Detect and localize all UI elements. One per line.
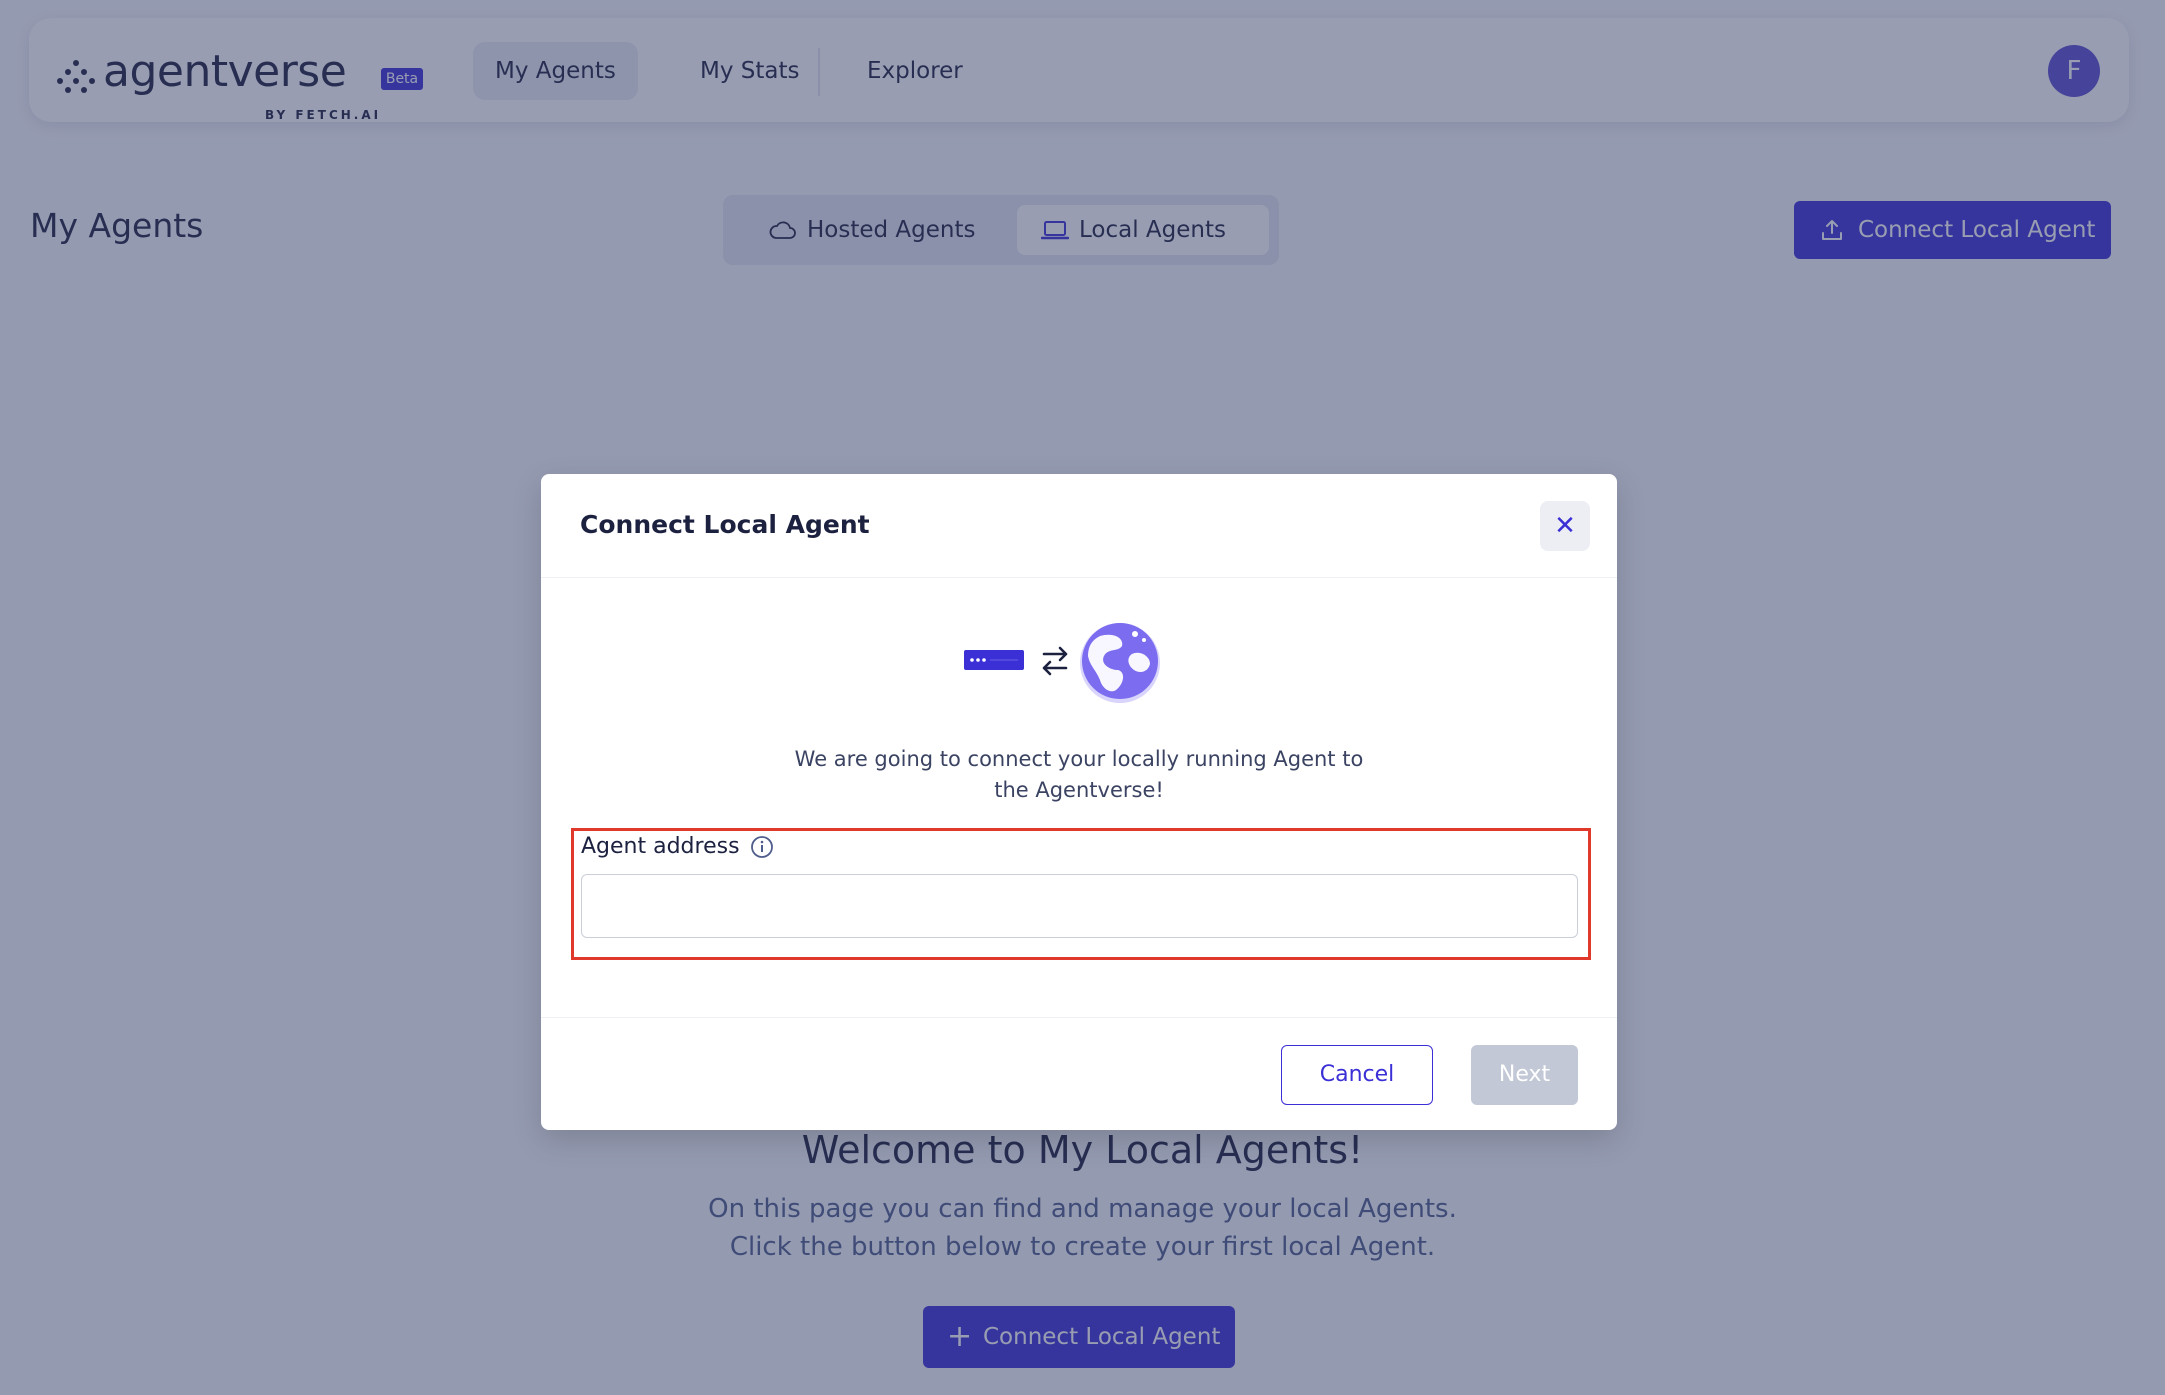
modal-header: Connect Local Agent ✕ <box>541 474 1617 578</box>
modal-title: Connect Local Agent <box>580 510 870 539</box>
info-icon[interactable] <box>749 834 775 860</box>
close-icon[interactable]: ✕ <box>1540 501 1590 551</box>
modal-description-line-2: the Agentverse! <box>994 778 1164 802</box>
page: agentverse Beta BY FETCH.AI My Agents My… <box>0 0 2165 1395</box>
agent-address-input[interactable] <box>581 874 1578 938</box>
exchange-arrows-icon <box>1042 646 1068 676</box>
server-icon <box>964 650 1024 670</box>
globe-icon <box>1080 623 1160 703</box>
modal-description: We are going to connect your locally run… <box>761 744 1397 806</box>
modal-description-line-1: We are going to connect your locally run… <box>794 747 1364 771</box>
modal-footer <box>541 1017 1617 1130</box>
agent-address-label: Agent address <box>581 834 740 859</box>
connection-illustration <box>964 623 1160 703</box>
cancel-button[interactable]: Cancel <box>1281 1045 1433 1105</box>
next-button[interactable]: Next <box>1471 1045 1578 1105</box>
connect-local-agent-modal: Connect Local Agent ✕ We are going to co… <box>541 474 1617 1130</box>
